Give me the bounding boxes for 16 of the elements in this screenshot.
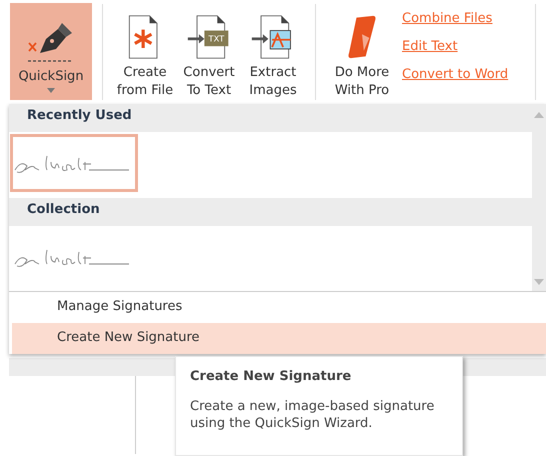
quicksign-button[interactable]: QuickSign bbox=[10, 3, 92, 100]
caret-icon bbox=[47, 88, 55, 93]
tooltip-text: Create a new, image-based signature using the QuickSign Wizard. bbox=[190, 398, 436, 432]
section-header: Collection bbox=[9, 198, 532, 226]
ribbon-button[interactable]: Extract Images bbox=[241, 0, 305, 100]
menu-item[interactable]: Create New Signature bbox=[12, 323, 546, 354]
scroll-up-icon[interactable] bbox=[534, 112, 544, 118]
menu-item[interactable]: Manage Signatures bbox=[12, 292, 546, 323]
ribbon-button[interactable]: Create from File bbox=[113, 0, 177, 100]
pro-button[interactable]: Do More With Pro bbox=[326, 0, 398, 100]
section-header: Recently Used bbox=[9, 104, 532, 132]
scrollbar[interactable] bbox=[532, 104, 546, 291]
ribbon-button[interactable]: TXT Convert To Text bbox=[177, 0, 241, 100]
tooltip-title: Create New Signature bbox=[190, 369, 352, 384]
scroll-down-icon[interactable] bbox=[534, 279, 544, 285]
signature-thumbnail[interactable] bbox=[10, 134, 138, 192]
